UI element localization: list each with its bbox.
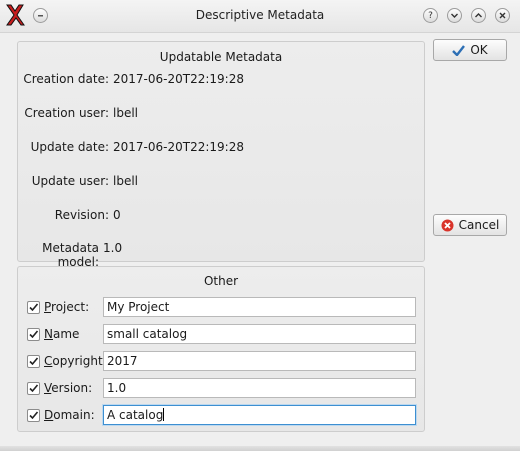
cancel-icon xyxy=(441,219,454,231)
creation-date-value: 2017-06-20T22:19:28 xyxy=(113,72,244,86)
name-label-rest: ame xyxy=(52,327,80,341)
project-label-rest: roject: xyxy=(51,300,90,314)
domain-label-accel: D xyxy=(44,408,54,422)
update-date-value: 2017-06-20T22:19:28 xyxy=(113,140,244,154)
revision-value: 0 xyxy=(113,208,121,222)
creation-date-label: Creation date: xyxy=(23,72,109,86)
ok-button[interactable]: OK xyxy=(433,39,507,61)
app-x-icon[interactable] xyxy=(4,3,26,27)
other-title: Other xyxy=(203,274,239,288)
name-field[interactable]: small catalog xyxy=(103,324,416,344)
project-field[interactable]: My Project xyxy=(103,297,416,317)
title-bar: Descriptive Metadata ? xyxy=(0,0,520,33)
close-icon[interactable] xyxy=(495,8,510,23)
project-label-accel: P xyxy=(44,300,52,314)
shade-icon[interactable] xyxy=(33,8,48,23)
domain-field-text: A catalog xyxy=(107,408,164,422)
cancel-button-label: Cancel xyxy=(458,218,500,232)
update-date-label: Update date: xyxy=(30,140,109,154)
check-icon xyxy=(29,384,39,393)
bottom-edge xyxy=(0,446,520,451)
ok-button-label: OK xyxy=(470,43,488,57)
name-checkbox[interactable] xyxy=(27,328,40,341)
version-field[interactable]: 1.0 xyxy=(103,378,416,398)
check-icon xyxy=(29,357,39,366)
domain-label: Domain: xyxy=(44,408,95,422)
check-icon xyxy=(29,411,39,420)
version-checkbox[interactable] xyxy=(27,382,40,395)
domain-field[interactable]: A catalog xyxy=(103,405,416,425)
creation-user-value: lbell xyxy=(113,106,139,120)
metadata-model-label: Metadata model: xyxy=(42,241,99,269)
metadata-model-value: 1.0 xyxy=(103,241,123,255)
help-icon[interactable]: ? xyxy=(423,8,438,23)
domain-checkbox[interactable] xyxy=(27,409,40,422)
project-checkbox[interactable] xyxy=(27,301,40,314)
chevron-up-icon[interactable] xyxy=(471,8,486,23)
updatable-metadata-title: Updatable Metadata xyxy=(159,50,283,64)
creation-user-label: Creation user: xyxy=(24,106,109,120)
copyright-checkbox[interactable] xyxy=(27,355,40,368)
window-title: Descriptive Metadata xyxy=(195,8,325,22)
domain-label-rest: omain: xyxy=(53,408,95,422)
name-label: Name xyxy=(44,327,79,341)
update-user-label: Update user: xyxy=(31,174,109,188)
update-user-value: lbell xyxy=(113,174,139,188)
copyright-field[interactable]: 2017 xyxy=(103,351,416,371)
check-icon xyxy=(29,303,39,312)
chevron-down-icon[interactable] xyxy=(447,8,462,23)
name-label-accel: N xyxy=(44,327,53,341)
project-label: Project: xyxy=(44,300,89,314)
cancel-button[interactable]: Cancel xyxy=(433,214,507,236)
revision-label: Revision: xyxy=(54,208,109,222)
copyright-label-rest: opyright: xyxy=(52,354,107,368)
version-label: Version: xyxy=(44,381,92,395)
checkmark-icon xyxy=(452,44,466,56)
copyright-label: Copyright: xyxy=(44,354,107,368)
version-label-rest: ersion: xyxy=(51,381,93,395)
text-caret xyxy=(163,408,165,421)
check-icon xyxy=(29,330,39,339)
